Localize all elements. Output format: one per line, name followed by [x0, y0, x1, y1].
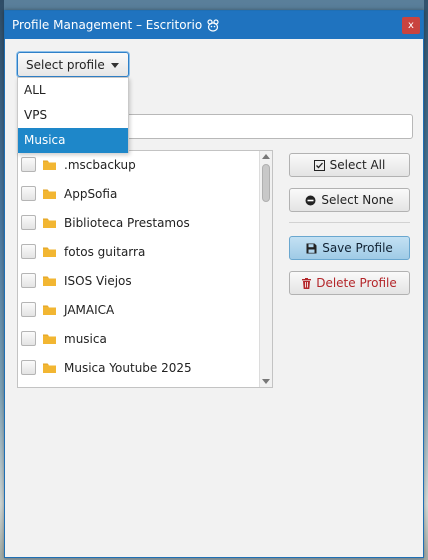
list-item[interactable]: ISOS Viejos — [18, 266, 260, 295]
checkbox[interactable] — [21, 273, 36, 288]
checkbox[interactable] — [21, 157, 36, 172]
folder-icon — [43, 275, 56, 286]
folder-icon — [43, 246, 56, 257]
close-button[interactable]: x — [402, 17, 420, 34]
folder-icon — [43, 217, 56, 228]
window-title: Profile Management – Escritorio — [12, 18, 203, 32]
list-item[interactable]: fotos guitarra — [18, 237, 260, 266]
folder-icon — [43, 304, 56, 315]
delete-profile-button[interactable]: Delete Profile — [289, 271, 410, 295]
profile-dropdown-menu: ALL VPS Musica — [17, 77, 129, 153]
scroll-thumb[interactable] — [262, 164, 270, 202]
folder-icon — [43, 333, 56, 344]
dropdown-option-all[interactable]: ALL — [18, 78, 128, 103]
title-bar[interactable]: Profile Management – Escritorio x — [5, 11, 423, 39]
folder-name: Musica Youtube 2025 — [64, 360, 192, 375]
dropdown-option-vps[interactable]: VPS — [18, 103, 128, 128]
list-item[interactable]: JAMAICA — [18, 295, 260, 324]
list-scrollbar[interactable] — [259, 151, 272, 387]
select-all-button[interactable]: Select All — [289, 153, 410, 177]
folder-list: .mscbackup AppSofia Biblioteca Prestamos… — [17, 150, 273, 388]
mascot-icon — [207, 18, 219, 32]
floppy-disk-icon — [306, 243, 317, 254]
folder-name: fotos guitarra — [64, 244, 146, 259]
folder-icon — [43, 159, 56, 170]
list-item[interactable]: .mscbackup — [18, 151, 260, 179]
scroll-up-icon[interactable] — [262, 154, 270, 159]
chevron-down-icon — [111, 63, 119, 68]
folder-name: .mscbackup — [64, 157, 136, 172]
checkbox-checked-icon — [313, 159, 325, 171]
list-item[interactable]: Musica Youtube 2025 — [18, 353, 260, 382]
checkbox[interactable] — [21, 215, 36, 230]
scroll-down-icon[interactable] — [262, 379, 270, 384]
checkbox[interactable] — [21, 331, 36, 346]
desktop-background-right — [424, 0, 428, 560]
checkbox[interactable] — [21, 302, 36, 317]
select-none-button[interactable]: Select None — [289, 188, 410, 212]
folder-name: ISOS Viejos — [64, 273, 132, 288]
folder-name: Biblioteca Prestamos — [64, 215, 190, 230]
folder-name: musica — [64, 331, 107, 346]
save-profile-label: Save Profile — [322, 241, 393, 255]
dropdown-option-musica[interactable]: Musica — [18, 128, 128, 153]
checkbox[interactable] — [21, 244, 36, 259]
list-item[interactable]: AppSofia — [18, 179, 260, 208]
folder-name: JAMAICA — [64, 302, 115, 317]
list-item[interactable]: Biblioteca Prestamos — [18, 208, 260, 237]
folder-icon — [43, 362, 56, 373]
profile-management-window: Profile Management – Escritorio x Select… — [4, 10, 424, 558]
list-item[interactable]: musica — [18, 324, 260, 353]
separator — [289, 222, 410, 223]
select-all-label: Select All — [329, 158, 386, 172]
folder-icon — [43, 188, 56, 199]
minus-circle-icon — [305, 195, 316, 206]
profile-select[interactable]: Select profile — [17, 52, 129, 77]
profile-select-label: Select profile — [26, 57, 105, 72]
close-icon: x — [408, 19, 414, 31]
checkbox[interactable] — [21, 360, 36, 375]
trash-icon — [302, 277, 312, 289]
select-none-label: Select None — [321, 193, 394, 207]
delete-profile-label: Delete Profile — [316, 276, 397, 290]
folder-name: AppSofia — [64, 186, 118, 201]
save-profile-button[interactable]: Save Profile — [289, 236, 410, 260]
checkbox[interactable] — [21, 186, 36, 201]
